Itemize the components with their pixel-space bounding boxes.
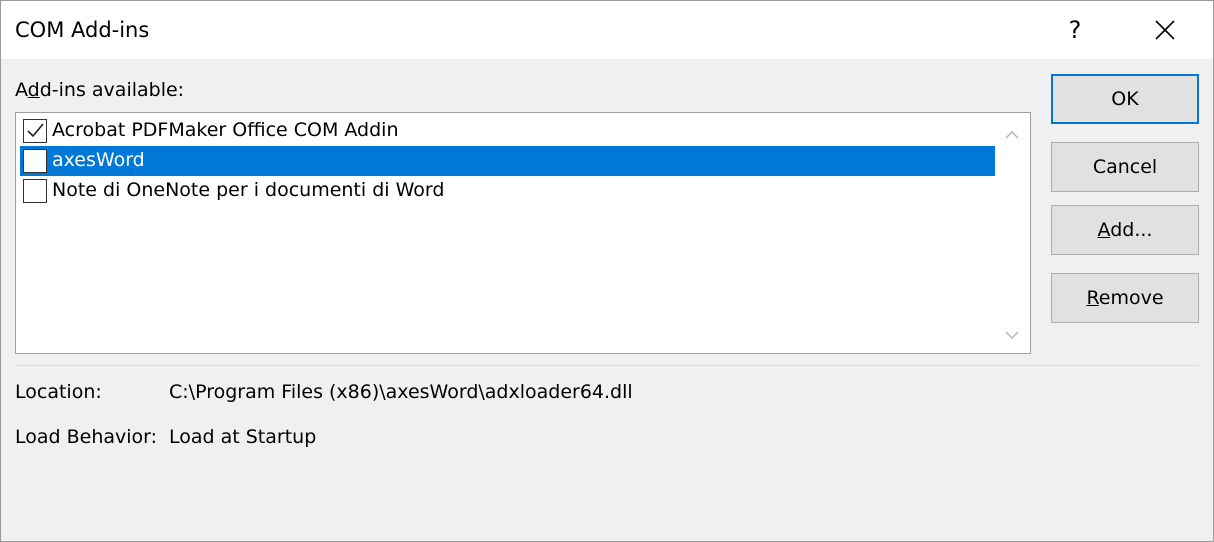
list-item-label: Note di OneNote per i documenti di Word: [52, 179, 445, 201]
load-behavior-value: Load at Startup: [169, 426, 317, 448]
close-button[interactable]: [1135, 7, 1195, 53]
chevron-down-icon: [1005, 331, 1019, 340]
scroll-up-button[interactable]: [995, 120, 1029, 150]
scroll-down-button[interactable]: [995, 320, 1029, 350]
checkbox-onenote[interactable]: [23, 179, 47, 203]
checkbox-axesword[interactable]: [23, 149, 47, 173]
location-value: C:\Program Files (x86)\axesWord\adxloade…: [169, 381, 633, 403]
checkbox-acrobat[interactable]: [23, 119, 47, 143]
list-item-acrobat[interactable]: Acrobat PDFMaker Office COM Addin: [20, 116, 996, 146]
listbox-scrollbar[interactable]: [995, 114, 1029, 352]
title-bar: COM Add-ins ?: [1, 1, 1213, 59]
load-behavior-label: Load Behavior:: [15, 426, 158, 448]
cancel-button[interactable]: Cancel: [1051, 142, 1199, 192]
close-icon: [1155, 20, 1175, 40]
help-button[interactable]: ?: [1047, 7, 1103, 53]
help-icon: ?: [1068, 16, 1082, 44]
ok-button[interactable]: OK: [1051, 74, 1199, 124]
divider: [15, 365, 1199, 366]
list-item-axesword[interactable]: axesWord: [20, 146, 996, 176]
list-item-label: Acrobat PDFMaker Office COM Addin: [52, 119, 399, 141]
addins-available-label: Add-ins available:: [15, 79, 185, 101]
chevron-up-icon: [1005, 130, 1019, 139]
remove-button[interactable]: Remove: [1051, 273, 1199, 323]
add-button[interactable]: Add...: [1051, 205, 1199, 255]
list-item-label: axesWord: [52, 149, 145, 171]
com-addins-dialog: COM Add-ins ? Add-ins available: Acrobat…: [0, 0, 1214, 542]
checkmark-icon: [27, 123, 44, 138]
dialog-title: COM Add-ins: [15, 18, 150, 42]
list-item-onenote[interactable]: Note di OneNote per i documenti di Word: [20, 176, 996, 206]
addins-listbox[interactable]: Acrobat PDFMaker Office COM Addin axesWo…: [15, 112, 1031, 354]
location-label: Location:: [15, 381, 102, 403]
